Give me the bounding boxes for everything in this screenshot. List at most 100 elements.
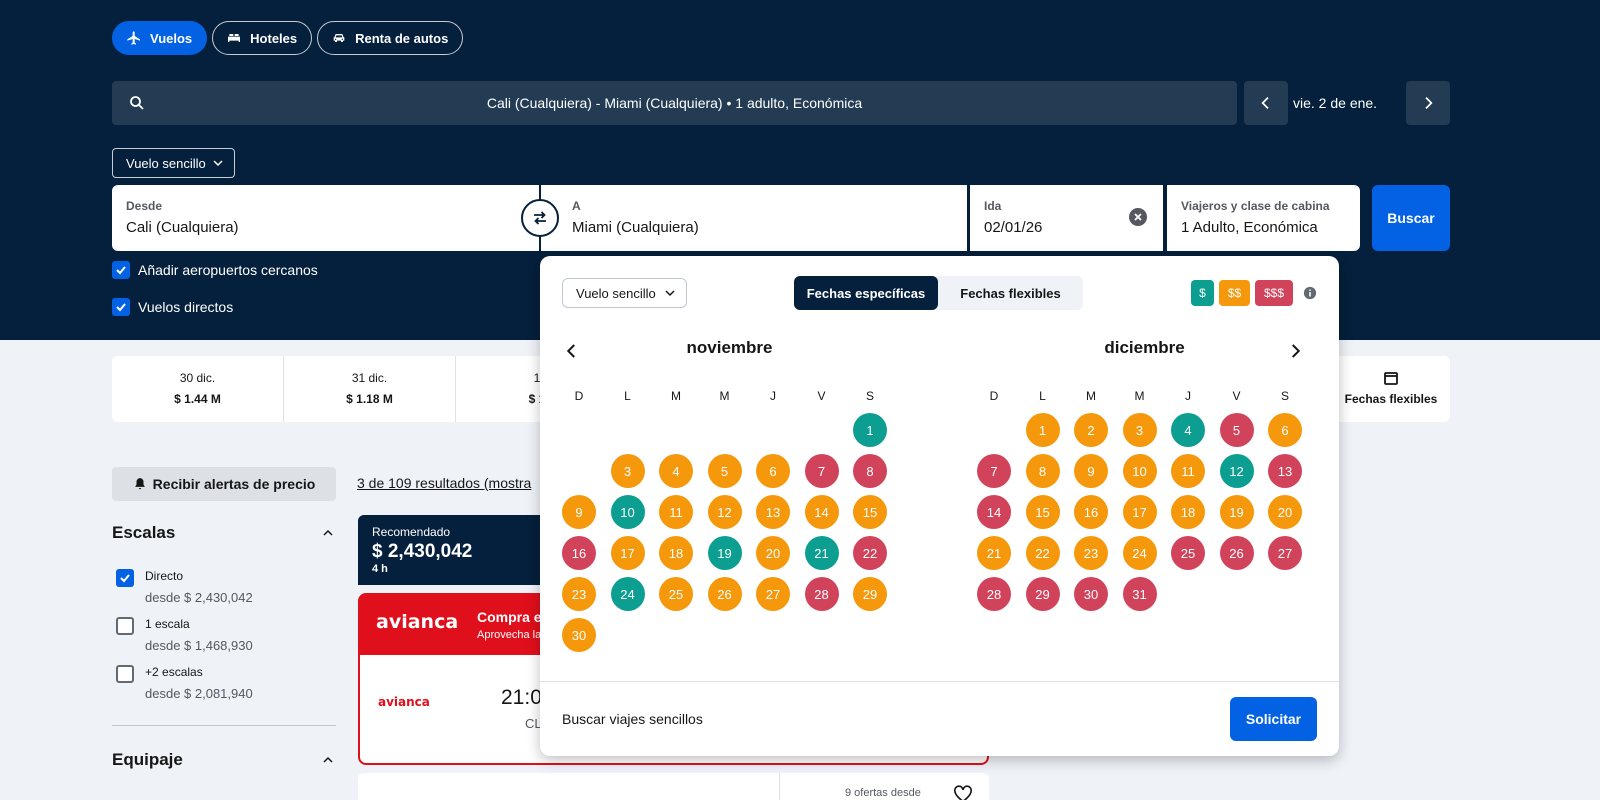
- calendar-day[interactable]: 11: [659, 495, 693, 529]
- search-summary-bar[interactable]: Cali (Cualquiera) - Miami (Cualquiera) •…: [112, 81, 1237, 125]
- previous-date-button[interactable]: [1244, 81, 1288, 125]
- weekday-label: S: [865, 389, 874, 403]
- submit-button[interactable]: Solicitar: [1230, 697, 1317, 741]
- calendar-day[interactable]: 27: [1268, 536, 1302, 570]
- calendar-day[interactable]: 26: [707, 577, 742, 611]
- destination-field[interactable]: A Miami (Cualquiera): [541, 185, 967, 251]
- calendar-day[interactable]: 22: [853, 536, 887, 570]
- calendar-day[interactable]: 6: [756, 454, 790, 488]
- calendar-day[interactable]: 1: [1025, 413, 1060, 447]
- tab-car-rental[interactable]: Renta de autos: [317, 21, 464, 55]
- flexible-dates-button[interactable]: Fechas flexibles: [1332, 356, 1450, 422]
- calendar-day[interactable]: 16: [562, 536, 596, 570]
- direct-flights-checkbox[interactable]: Vuelos directos: [112, 298, 233, 316]
- calendar-day[interactable]: 6: [1268, 413, 1302, 447]
- calendar-day[interactable]: 2: [1074, 413, 1108, 447]
- calendar-day[interactable]: 25: [659, 577, 693, 611]
- chevron-up-icon[interactable]: [322, 754, 334, 766]
- calendar-day[interactable]: 15: [853, 495, 887, 529]
- calendar-day[interactable]: 8: [853, 454, 887, 488]
- calendar-day[interactable]: 24: [610, 577, 645, 611]
- clear-date-button[interactable]: [1129, 208, 1147, 226]
- calendar-day[interactable]: 13: [756, 495, 790, 529]
- checkbox-checked-icon: [112, 298, 130, 316]
- calendar-day[interactable]: 14: [804, 495, 839, 529]
- date-cell[interactable]: 31 dic. $ 1.18 M: [284, 356, 456, 422]
- depart-label: Ida: [984, 199, 1002, 213]
- calendar-day[interactable]: 14: [977, 495, 1011, 529]
- calendar-day[interactable]: 9: [1074, 454, 1108, 488]
- calendar-day[interactable]: 27: [756, 577, 790, 611]
- trip-type-dropdown[interactable]: Vuelo sencillo: [112, 148, 235, 178]
- nearby-airports-checkbox[interactable]: Añadir aeropuertos cercanos: [112, 261, 318, 279]
- calendar-day[interactable]: 4: [659, 454, 693, 488]
- calendar-day[interactable]: 29: [1025, 577, 1060, 611]
- calendar-day[interactable]: 20: [756, 536, 790, 570]
- calendar-day[interactable]: 10: [610, 495, 645, 529]
- popup-trip-type-dropdown[interactable]: Vuelo sencillo: [562, 278, 687, 308]
- calendar-day[interactable]: 23: [1074, 536, 1108, 570]
- calendar-day[interactable]: 10: [1122, 454, 1157, 488]
- calendar-day[interactable]: 2: [562, 454, 596, 488]
- calendar-day[interactable]: 21: [977, 536, 1011, 570]
- calendar-day[interactable]: 3: [610, 454, 645, 488]
- weekday-label: V: [1232, 389, 1241, 403]
- calendar-day[interactable]: 9: [562, 495, 596, 529]
- calendar-day[interactable]: 7: [977, 454, 1011, 488]
- calendar-day[interactable]: 5: [1219, 413, 1254, 447]
- calendar-day[interactable]: 7: [804, 454, 839, 488]
- calendar-day[interactable]: 1: [853, 413, 887, 447]
- calendar-day[interactable]: 18: [659, 536, 693, 570]
- calendar-day[interactable]: 15: [1025, 495, 1060, 529]
- calendar-day[interactable]: 20: [1268, 495, 1302, 529]
- filter-option-direct[interactable]: Directo desde $ 2,430,042: [116, 569, 253, 605]
- calendar-day[interactable]: 31: [1122, 577, 1157, 611]
- origin-field[interactable]: Desde Cali (Cualquiera): [112, 185, 539, 251]
- recommended-tab[interactable]: Recomendado $ 2,430,042 4 h: [358, 515, 548, 585]
- calendar-day[interactable]: 26: [1219, 536, 1254, 570]
- chevron-up-icon[interactable]: [322, 527, 334, 539]
- results-count[interactable]: 3 de 109 resultados (mostra: [357, 475, 531, 491]
- calendar-day[interactable]: 19: [707, 536, 742, 570]
- calendar-day[interactable]: 11: [1171, 454, 1205, 488]
- calendar-day[interactable]: 12: [707, 495, 742, 529]
- calendar-day[interactable]: 17: [1122, 495, 1157, 529]
- calendar-day[interactable]: 30: [562, 618, 596, 652]
- heart-icon[interactable]: [953, 785, 973, 800]
- filter-option-two-stops[interactable]: +2 escalas desde $ 2,081,940: [116, 665, 253, 701]
- next-date-button[interactable]: [1406, 81, 1450, 125]
- calendar-day[interactable]: 18: [1171, 495, 1205, 529]
- filter-option-one-stop[interactable]: 1 escala desde $ 1,468,930: [116, 617, 253, 653]
- flexible-dates-tab[interactable]: Fechas flexibles: [938, 276, 1083, 310]
- tab-hotels[interactable]: Hoteles: [212, 21, 313, 55]
- specific-dates-tab[interactable]: Fechas específicas: [794, 276, 938, 310]
- price-alerts-button[interactable]: Recibir alertas de precio: [112, 467, 336, 501]
- calendar-day[interactable]: 22: [1025, 536, 1060, 570]
- calendar-day[interactable]: 28: [804, 577, 839, 611]
- calendar-day[interactable]: 25: [1171, 536, 1205, 570]
- calendar-day[interactable]: 23: [562, 577, 596, 611]
- calendar-day[interactable]: 30: [1074, 577, 1108, 611]
- calendar-day[interactable]: 16: [1074, 495, 1108, 529]
- calendar-day[interactable]: 12: [1219, 454, 1254, 488]
- info-icon[interactable]: [1303, 286, 1317, 300]
- flight-result-card[interactable]: 9 ofertas desde: [358, 773, 989, 800]
- calendar-day[interactable]: 29: [853, 577, 887, 611]
- search-button[interactable]: Buscar: [1372, 185, 1450, 251]
- travellers-field[interactable]: Viajeros y clase de cabina 1 Adulto, Eco…: [1167, 185, 1360, 251]
- calendar-day[interactable]: 24: [1122, 536, 1157, 570]
- date-cell[interactable]: 30 dic. $ 1.44 M: [112, 356, 284, 422]
- calendar-day[interactable]: 13: [1268, 454, 1302, 488]
- swap-button[interactable]: [521, 199, 559, 237]
- legend-cheap: $: [1191, 280, 1214, 306]
- calendar-day[interactable]: 28: [977, 577, 1011, 611]
- calendar-day[interactable]: 3: [1122, 413, 1157, 447]
- calendar-day[interactable]: 8: [1025, 454, 1060, 488]
- calendar-day[interactable]: 17: [610, 536, 645, 570]
- calendar-day[interactable]: 4: [1171, 413, 1205, 447]
- price-alerts-label: Recibir alertas de precio: [152, 476, 316, 492]
- calendar-day[interactable]: 5: [707, 454, 742, 488]
- tab-flights[interactable]: Vuelos: [112, 21, 208, 55]
- calendar-day[interactable]: 21: [804, 536, 839, 570]
- calendar-day[interactable]: 19: [1219, 495, 1254, 529]
